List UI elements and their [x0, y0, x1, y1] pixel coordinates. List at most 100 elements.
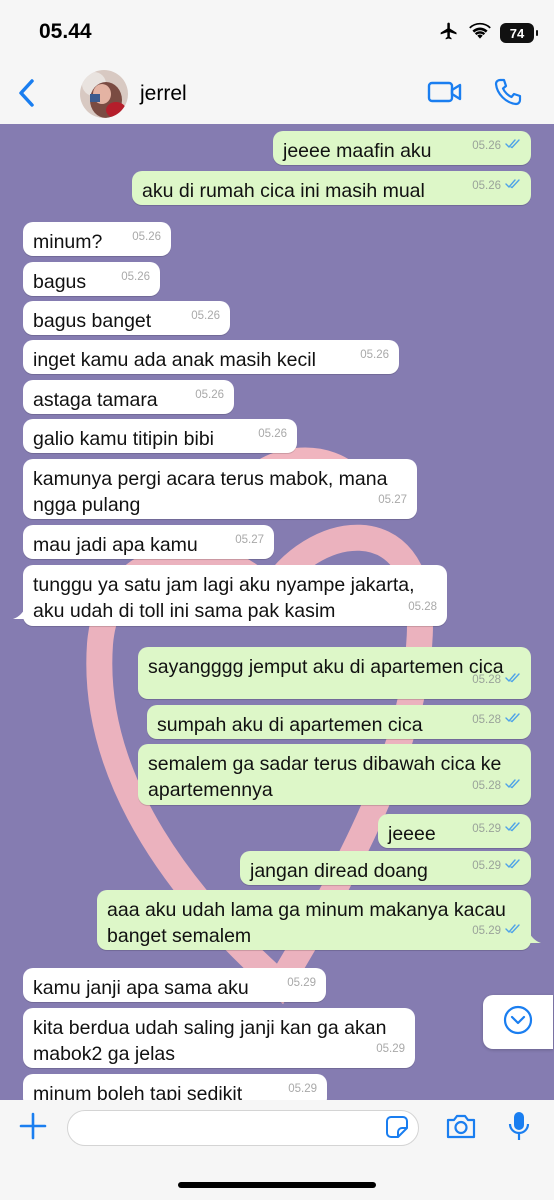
outgoing-message[interactable]: sayangggg jemput aku di apartemen cica 05…: [138, 647, 531, 699]
camera-button[interactable]: [444, 1113, 478, 1143]
plus-icon: [19, 1112, 47, 1145]
chat-header: jerrel: [0, 66, 554, 124]
message-time: 05.26: [191, 310, 220, 322]
message-time: 05.29: [472, 925, 501, 937]
avatar[interactable]: [80, 70, 128, 118]
message-meta: 05.27: [235, 527, 264, 553]
sticker-button[interactable]: [384, 1115, 410, 1144]
status-bar: 05.44 74: [0, 0, 554, 66]
message-time: 05.28: [408, 601, 437, 613]
message-meta: 05.29: [376, 1036, 405, 1062]
message-meta: 05.26: [195, 382, 224, 408]
voice-message-button[interactable]: [506, 1110, 532, 1146]
outgoing-message[interactable]: sumpah aku di apartemen cica 05.28: [147, 705, 531, 739]
microphone-icon: [508, 1110, 530, 1147]
message-text: sumpah aku di apartemen cica: [157, 714, 423, 736]
outgoing-message[interactable]: jeeee maafin aku 05.26: [273, 131, 531, 165]
attach-button[interactable]: [18, 1112, 48, 1145]
read-receipt-icon: [505, 667, 521, 693]
message-time: 05.28: [472, 714, 501, 726]
message-text: aaa aku udah lama ga minum makanya kacau: [107, 899, 506, 921]
message-meta: 05.29: [472, 853, 521, 879]
voice-call-button[interactable]: [490, 76, 526, 112]
status-time: 05.44: [39, 20, 92, 43]
message-meta: 05.26: [360, 342, 389, 368]
message-meta: 05.26: [472, 133, 521, 159]
message-text: kamunya pergi acara terus mabok, mana: [33, 468, 388, 490]
message-meta: 05.26: [472, 173, 521, 199]
message-input[interactable]: [67, 1110, 419, 1146]
incoming-message[interactable]: galio kamu titipin bibi 05.26: [23, 419, 297, 453]
message-text: sayangggg jemput aku di apartemen cica: [148, 656, 504, 678]
message-meta: 05.28: [472, 773, 521, 799]
incoming-message[interactable]: tunggu ya satu jam lagi aku nyampe jakar…: [13, 565, 447, 626]
phone-icon: [493, 77, 523, 112]
message-text: tunggu ya satu jam lagi aku nyampe jakar…: [33, 574, 415, 596]
message-time: 05.29: [287, 977, 316, 989]
incoming-message[interactable]: bagus 05.26: [23, 262, 160, 296]
status-icons: 74: [438, 20, 538, 46]
contact-name[interactable]: jerrel: [140, 82, 187, 106]
bubble-tail: [527, 924, 541, 950]
home-indicator: [178, 1182, 376, 1188]
incoming-message[interactable]: inget kamu ada anak masih kecil 05.26: [23, 340, 399, 374]
message-meta: 05.29: [288, 1076, 317, 1100]
message-time: 05.27: [235, 534, 264, 546]
outgoing-message[interactable]: aku di rumah cica ini masih mual 05.26: [132, 171, 531, 205]
message-time: 05.29: [288, 1083, 317, 1095]
message-meta: 05.26: [258, 421, 287, 447]
chevron-left-icon: [17, 78, 37, 113]
chat-area[interactable]: jeeee maafin aku 05.26 aku di rumah cica i…: [0, 124, 554, 1100]
message-time: 05.28: [472, 780, 501, 792]
message-text: semalem ga sadar terus dibawah cica ke: [148, 753, 502, 775]
message-text: mau jadi apa kamu: [33, 534, 198, 556]
incoming-message[interactable]: bagus banget 05.26: [23, 301, 230, 335]
chevron-down-circle-icon: [503, 1005, 533, 1040]
message-text: apartemennya: [148, 779, 273, 801]
message-time: 05.26: [121, 271, 150, 283]
wifi-icon: [469, 22, 491, 45]
message-meta: 05.27: [378, 487, 407, 513]
message-time: 05.29: [472, 860, 501, 872]
message-meta: 05.26: [132, 224, 161, 250]
outgoing-message[interactable]: jeeee 05.29: [378, 814, 531, 848]
message-time: 05.27: [378, 494, 407, 506]
back-button[interactable]: [12, 78, 42, 112]
message-text: kamu janji apa sama aku: [33, 977, 249, 999]
message-time: 05.26: [258, 428, 287, 440]
message-text: minum boleh tapi sedikit: [33, 1083, 243, 1100]
video-call-button[interactable]: [425, 78, 465, 110]
message-time: 05.26: [360, 349, 389, 361]
message-time: 05.29: [472, 823, 501, 835]
incoming-message[interactable]: minum boleh tapi sedikit 05.29: [23, 1074, 327, 1100]
message-meta: 05.28: [472, 707, 521, 733]
message-time: 05.26: [132, 231, 161, 243]
scroll-to-bottom-button[interactable]: [483, 995, 553, 1049]
sticker-icon: [385, 1115, 409, 1144]
message-meta: 05.29: [287, 970, 316, 996]
incoming-message[interactable]: kita berdua udah saling janji kan ga aka…: [23, 1008, 415, 1068]
read-receipt-icon: [505, 133, 521, 159]
message-meta: 05.29: [472, 816, 521, 842]
outgoing-message[interactable]: jangan diread doang 05.29: [240, 851, 531, 885]
message-time: 05.26: [472, 140, 501, 152]
read-receipt-icon: [505, 918, 521, 944]
outgoing-message[interactable]: aaa aku udah lama ga minum makanya kacau…: [97, 890, 541, 950]
message-text: aku udah di toll ini sama pak kasim: [33, 600, 336, 622]
camera-icon: [445, 1112, 477, 1145]
input-bar: [0, 1100, 554, 1200]
incoming-message[interactable]: astaga tamara 05.26: [23, 380, 234, 414]
message-text: mabok2 ga jelas: [33, 1043, 176, 1065]
read-receipt-icon: [505, 173, 521, 199]
airplane-icon: [438, 21, 460, 46]
incoming-message[interactable]: mau jadi apa kamu 05.27: [23, 525, 274, 559]
incoming-message[interactable]: minum? 05.26: [23, 222, 171, 256]
read-receipt-icon: [505, 816, 521, 842]
outgoing-message[interactable]: semalem ga sadar terus dibawah cica ke ap…: [138, 744, 531, 805]
incoming-message[interactable]: kamu janji apa sama aku 05.29: [23, 968, 326, 1002]
read-receipt-icon: [505, 773, 521, 799]
incoming-message[interactable]: kamunya pergi acara terus mabok, mana ngg…: [23, 459, 417, 519]
message-text: kita berdua udah saling janji kan ga aka…: [33, 1017, 387, 1039]
message-text: aku di rumah cica ini masih mual: [142, 180, 425, 202]
read-receipt-icon: [505, 707, 521, 733]
